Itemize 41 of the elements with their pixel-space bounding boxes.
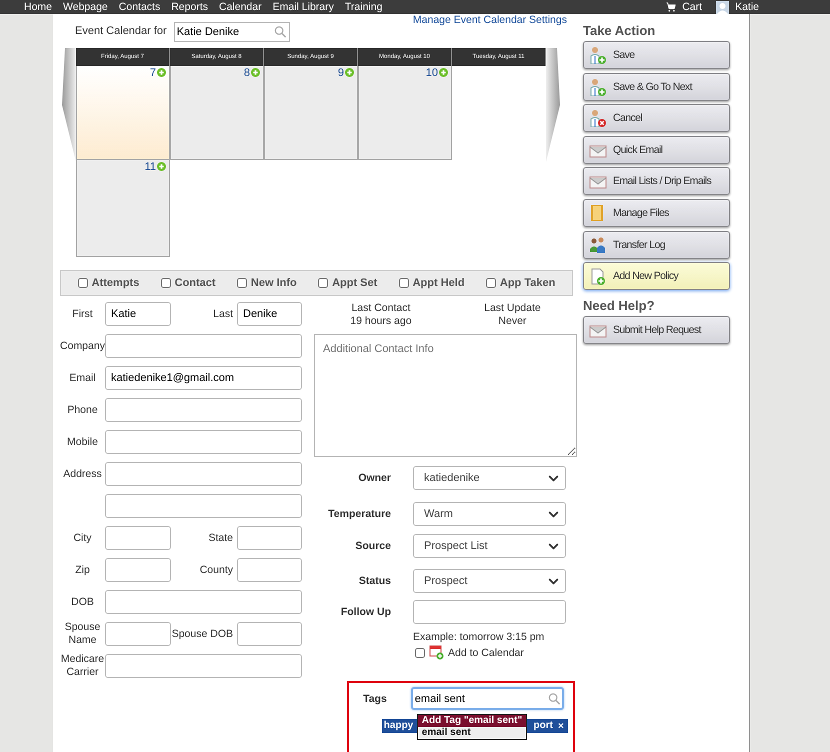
hint-text: Example: tomorrow 3:15 pm <box>413 631 546 643</box>
checkbox-label: Contact <box>174 277 216 289</box>
section-title: Take Action <box>583 23 656 38</box>
field-label: Phone <box>66 404 99 416</box>
field-label: Status <box>358 575 391 587</box>
checkbox-label: Attempts <box>92 277 140 289</box>
day-number: 10 <box>426 68 438 79</box>
field-label: Mobile <box>66 436 99 448</box>
day-number: 8 <box>244 68 250 79</box>
day-number: 9 <box>338 68 344 79</box>
field-label: DOB <box>70 596 95 608</box>
field-label: Temperature <box>327 508 391 520</box>
field-label: Spouse DOB <box>171 628 234 640</box>
field-label: Medicare Carrier <box>60 653 105 679</box>
field-label: Zip <box>74 564 91 576</box>
field-label: State <box>207 532 234 544</box>
field-label: County <box>198 564 234 576</box>
calendar-label: Event Calendar for <box>75 25 167 37</box>
field-label: Address <box>62 468 103 480</box>
field-label: Company <box>60 340 105 352</box>
day-number: 11 <box>144 162 156 173</box>
field-label: First <box>71 308 94 320</box>
info-label: Last Update <box>484 302 541 314</box>
field-label: Last <box>212 308 234 320</box>
checkbox-label: New Info <box>250 277 297 289</box>
field-label: Tags <box>362 692 387 704</box>
checkbox-label: Add to Calendar <box>448 646 524 658</box>
field-label: Follow Up <box>340 606 391 618</box>
field-label: City <box>72 532 93 544</box>
checkbox-label: App Taken <box>500 277 556 289</box>
field-label: Spouse Name <box>64 621 102 647</box>
info-value: 19 hours ago <box>350 315 412 327</box>
info-value: Never <box>498 315 526 327</box>
field-label: Email <box>68 372 97 384</box>
field-label: Source <box>354 540 391 552</box>
day-number: 7 <box>150 68 156 79</box>
checkbox-label: Appt Set <box>332 277 378 289</box>
field-label: Owner <box>357 472 391 484</box>
section-title: Need Help? <box>583 298 656 313</box>
info-label: Last Contact <box>351 302 410 314</box>
checkbox-label: Appt Held <box>412 277 465 289</box>
